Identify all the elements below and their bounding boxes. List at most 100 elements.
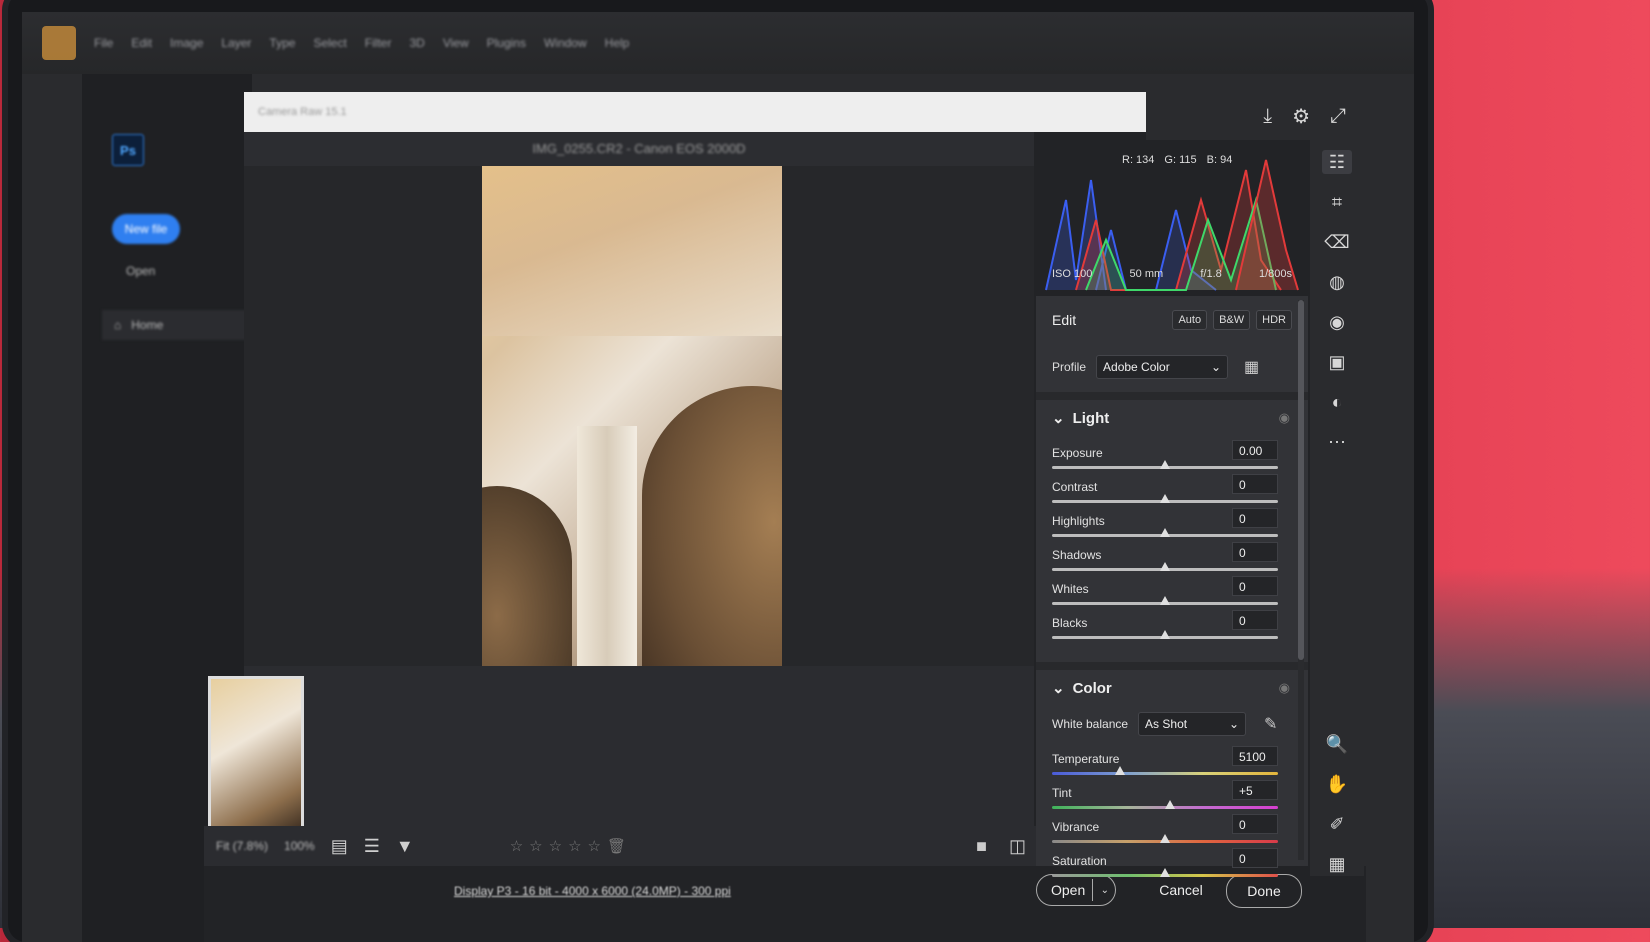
slider-tint[interactable]: Tint +5 xyxy=(1052,780,1278,814)
edit-sliders-icon[interactable]: ☷ xyxy=(1322,150,1352,174)
chevron-down-icon[interactable]: ⌄ xyxy=(1101,885,1109,896)
zoom-icon[interactable]: 🔍 xyxy=(1322,732,1352,756)
filmstrip-thumbnail[interactable] xyxy=(208,676,304,832)
mask-icon[interactable]: ◍ xyxy=(1322,270,1352,294)
more-icon[interactable]: ⋯ xyxy=(1322,430,1352,454)
sort-icon[interactable]: ☰ xyxy=(364,836,380,857)
slider-track[interactable] xyxy=(1052,772,1278,775)
panel-scrollbar[interactable] xyxy=(1298,300,1304,860)
menu-layer[interactable]: Layer xyxy=(221,36,251,50)
hand-icon[interactable]: ✋ xyxy=(1322,772,1352,796)
slider-value-input[interactable]: 0 xyxy=(1232,814,1278,834)
save-image-icon[interactable]: ⤓ xyxy=(1263,105,1272,128)
slider-thumb[interactable] xyxy=(1160,460,1170,469)
slider-highlights[interactable]: Highlights0 xyxy=(1052,508,1278,542)
menu-filter[interactable]: Filter xyxy=(365,36,392,50)
auto-button[interactable]: Auto xyxy=(1172,310,1207,330)
slider-whites[interactable]: Whites0 xyxy=(1052,576,1278,610)
slider-shadows[interactable]: Shadows0 xyxy=(1052,542,1278,576)
slider-label: Blacks xyxy=(1052,616,1087,630)
menu-select[interactable]: Select xyxy=(313,36,346,50)
open-link[interactable]: Open xyxy=(126,264,155,278)
new-file-button[interactable]: New file xyxy=(112,214,180,244)
image-canvas[interactable] xyxy=(244,166,1034,666)
slider-thumb[interactable] xyxy=(1165,800,1175,809)
slider-thumb[interactable] xyxy=(1160,494,1170,503)
slider-blacks[interactable]: Blacks 0 xyxy=(1052,610,1278,644)
slider-contrast[interactable]: Contrast0 xyxy=(1052,474,1278,508)
red-eye-icon[interactable]: ◉ xyxy=(1322,310,1352,334)
menu-edit[interactable]: Edit xyxy=(131,36,152,50)
menu-file[interactable]: File xyxy=(94,36,113,50)
white-balance-label: White balance xyxy=(1052,717,1128,731)
single-view-icon[interactable]: ■ xyxy=(976,836,987,857)
profile-select[interactable]: Adobe Color ⌄ xyxy=(1096,355,1228,379)
slider-value-input[interactable]: +5 xyxy=(1232,780,1278,800)
bw-button[interactable]: B&W xyxy=(1213,310,1250,330)
eye-icon[interactable]: ◉ xyxy=(1279,410,1290,426)
slider-thumb[interactable] xyxy=(1160,630,1170,639)
slider-value-input[interactable]: 0 xyxy=(1232,610,1278,630)
compare-view-icon[interactable]: ◫ xyxy=(1009,836,1026,857)
profile-browser-icon[interactable]: ▦ xyxy=(1244,357,1259,377)
crop-icon[interactable]: ⌗ xyxy=(1322,190,1352,214)
workflow-options-link[interactable]: Display P3 - 16 bit - 4000 x 6000 (24.0M… xyxy=(454,884,731,898)
eye-icon[interactable]: ◉ xyxy=(1279,680,1290,696)
white-balance-select[interactable]: As Shot ⌄ xyxy=(1138,712,1246,736)
slider-exposure[interactable]: Exposure 0.00 xyxy=(1052,440,1278,474)
color-section-header[interactable]: ⌄ Color ◉ xyxy=(1036,672,1308,704)
fullscreen-icon[interactable]: ⤢ xyxy=(1330,105,1346,128)
slider-value-input[interactable]: 0 xyxy=(1232,542,1278,562)
slider-value-input[interactable]: 0 xyxy=(1232,576,1278,596)
edit-title: Edit xyxy=(1052,312,1076,328)
scrollbar-thumb[interactable] xyxy=(1298,300,1304,660)
filter-icon[interactable]: ▼ xyxy=(396,836,414,857)
slider-thumb[interactable] xyxy=(1160,596,1170,605)
menu-plugins[interactable]: Plugins xyxy=(487,36,526,50)
star-icon[interactable]: ☆ xyxy=(549,837,562,855)
slider-label: Exposure xyxy=(1052,446,1103,460)
slider-thumb[interactable] xyxy=(1160,868,1170,877)
star-icon[interactable]: ☆ xyxy=(529,837,542,855)
presets-icon[interactable]: ◐ xyxy=(1322,390,1352,414)
rgb-readout: R: 134 G: 115 B: 94 xyxy=(1122,154,1232,166)
slider-thumb[interactable] xyxy=(1160,834,1170,843)
slider-value-input[interactable]: 0 xyxy=(1232,508,1278,528)
menu-window[interactable]: Window xyxy=(544,36,587,50)
star-icon[interactable]: ☆ xyxy=(510,837,523,855)
slider-vibrance[interactable]: Vibrance0 xyxy=(1052,814,1278,848)
gear-icon[interactable]: ⚙ xyxy=(1292,104,1310,129)
eyedropper-icon[interactable]: ✎ xyxy=(1264,714,1277,734)
slider-label: Tint xyxy=(1052,786,1072,800)
grid-icon[interactable]: ▦ xyxy=(1322,852,1352,876)
slider-temperature[interactable]: Temperature5100 xyxy=(1052,746,1278,780)
menu-3d[interactable]: 3D xyxy=(409,36,424,50)
trash-icon[interactable]: 🗑 xyxy=(607,837,626,855)
sampler-icon[interactable]: ✐ xyxy=(1322,812,1352,836)
photo-preview[interactable] xyxy=(482,166,782,666)
star-icon[interactable]: ☆ xyxy=(588,837,601,855)
filmstrip-icon[interactable]: ▤ xyxy=(331,836,348,857)
menu-view[interactable]: View xyxy=(443,36,469,50)
slider-thumb[interactable] xyxy=(1115,766,1125,775)
slider-value-input[interactable]: 0.00 xyxy=(1232,440,1278,460)
sidebar-item-home[interactable]: ⌂ Home xyxy=(102,310,264,340)
slider-value-input[interactable]: 5100 xyxy=(1232,746,1278,766)
menu-image[interactable]: Image xyxy=(170,36,203,50)
light-section-header[interactable]: ⌄ Light ◉ xyxy=(1036,402,1308,434)
slider-thumb[interactable] xyxy=(1160,528,1170,537)
snapshots-icon[interactable]: ▣ xyxy=(1322,350,1352,374)
menu-help[interactable]: Help xyxy=(605,36,630,50)
edit-header: Edit Auto B&W HDR xyxy=(1036,300,1308,340)
star-icon[interactable]: ☆ xyxy=(568,837,581,855)
slider-value-input[interactable]: 0 xyxy=(1232,848,1278,868)
menu-type[interactable]: Type xyxy=(269,36,295,50)
hdr-button[interactable]: HDR xyxy=(1256,310,1292,330)
white-balance-row: White balance As Shot ⌄ ✎ xyxy=(1052,710,1292,738)
eraser-icon[interactable]: ⌫ xyxy=(1322,230,1352,254)
slider-saturation[interactable]: Saturation0 xyxy=(1052,848,1278,882)
slider-thumb[interactable] xyxy=(1160,562,1170,571)
zoom-percent[interactable]: 100% xyxy=(284,839,315,853)
zoom-fit[interactable]: Fit (7.8%) xyxy=(216,839,268,853)
slider-value-input[interactable]: 0 xyxy=(1232,474,1278,494)
